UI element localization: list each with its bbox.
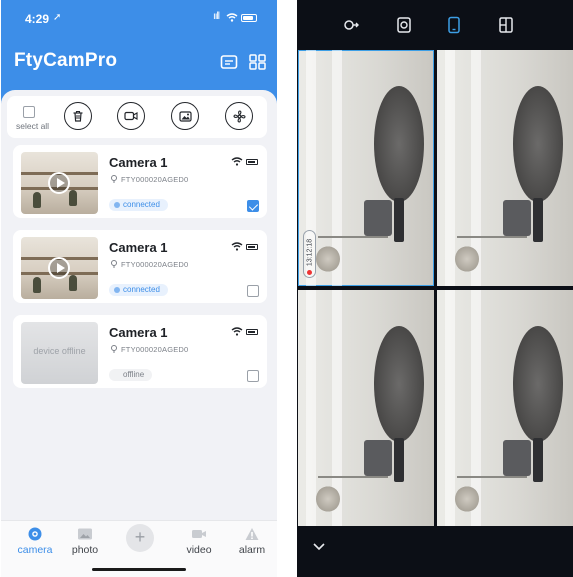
record-button[interactable] — [117, 102, 145, 130]
tab-label: camera — [17, 544, 53, 556]
video-icon — [192, 530, 206, 538]
play-icon[interactable] — [48, 172, 70, 194]
camera-list-screen: 4:29 ➚ ııll FtyCamPro select all Camera … — [1, 0, 277, 577]
status-badge: connected — [109, 199, 168, 211]
play-icon[interactable] — [48, 257, 70, 279]
battery-icon — [246, 244, 258, 250]
alarm-icon — [245, 528, 259, 540]
layout-icon[interactable] — [498, 16, 514, 34]
battery-icon — [246, 329, 258, 335]
camera-feed-1[interactable] — [298, 50, 434, 286]
camera-checkbox[interactable] — [247, 200, 259, 212]
wifi-icon — [226, 13, 238, 22]
chevron-down-icon[interactable] — [313, 541, 325, 551]
tab-photo[interactable]: photo — [63, 527, 107, 556]
snapshot-icon[interactable] — [396, 16, 412, 34]
tab-label: photo — [71, 544, 99, 556]
tab-camera[interactable]: camera — [13, 527, 57, 556]
status-bar: 4:29 ➚ ııll — [1, 0, 277, 36]
camera-id: FTY000020AGED0 — [121, 345, 189, 354]
location-icon: ➚ — [53, 12, 62, 23]
camera-checkbox[interactable] — [247, 370, 259, 382]
camera-thumbnail[interactable]: device offline — [21, 322, 98, 384]
camera-feed-4[interactable] — [437, 290, 573, 526]
app-title: FtyCamPro — [14, 50, 118, 71]
tab-label: alarm — [238, 544, 266, 556]
tab-alarm[interactable]: alarm — [230, 527, 274, 556]
rotate-icon[interactable] — [343, 16, 359, 34]
camera-id: FTY000020AGED0 — [121, 260, 189, 269]
timestamp-text: 13:12:18 — [306, 238, 314, 267]
camera-name: Camera 1 — [109, 325, 168, 340]
battery-icon — [246, 159, 258, 165]
grid-icon[interactable] — [249, 54, 267, 70]
wifi-icon — [231, 327, 243, 336]
camera-name: Camera 1 — [109, 240, 168, 255]
message-icon[interactable] — [220, 54, 238, 70]
tab-label: video — [186, 544, 212, 556]
offline-text: device offline — [33, 346, 86, 356]
status-badge: offline — [109, 369, 153, 381]
add-device-button[interactable]: + — [126, 524, 154, 552]
wifi-icon — [231, 242, 243, 251]
camera-feed-2[interactable] — [437, 50, 573, 286]
home-indicator — [92, 568, 186, 571]
camera-thumbnail[interactable] — [21, 152, 98, 214]
battery-icon — [241, 14, 257, 22]
select-all-checkbox[interactable] — [23, 106, 35, 118]
trash-icon — [73, 110, 83, 122]
device-id-icon — [111, 345, 117, 353]
phone-icon[interactable] — [446, 16, 462, 34]
status-time: 4:29 — [25, 12, 50, 26]
record-icon — [124, 111, 138, 121]
ptz-button[interactable] — [225, 102, 253, 130]
camera-thumbnail[interactable] — [21, 237, 98, 299]
gallery-button[interactable] — [171, 102, 199, 130]
delete-button[interactable] — [64, 102, 92, 130]
tab-video[interactable]: video — [177, 527, 221, 556]
photo-icon — [78, 528, 92, 540]
device-id-icon — [111, 260, 117, 268]
image-icon — [178, 110, 192, 122]
camera-id: FTY000020AGED0 — [121, 175, 189, 184]
signal-icon: ııll — [213, 11, 220, 22]
camera-feed-3[interactable] — [298, 290, 434, 526]
fan-icon — [232, 109, 246, 123]
camera-icon — [28, 527, 42, 541]
status-badge: connected — [109, 284, 168, 296]
camera-checkbox[interactable] — [247, 285, 259, 297]
device-id-icon — [111, 175, 117, 183]
wifi-icon — [231, 157, 243, 166]
select-all-label: select all — [16, 121, 50, 131]
recording-indicator — [307, 270, 312, 275]
camera-name: Camera 1 — [109, 155, 168, 170]
